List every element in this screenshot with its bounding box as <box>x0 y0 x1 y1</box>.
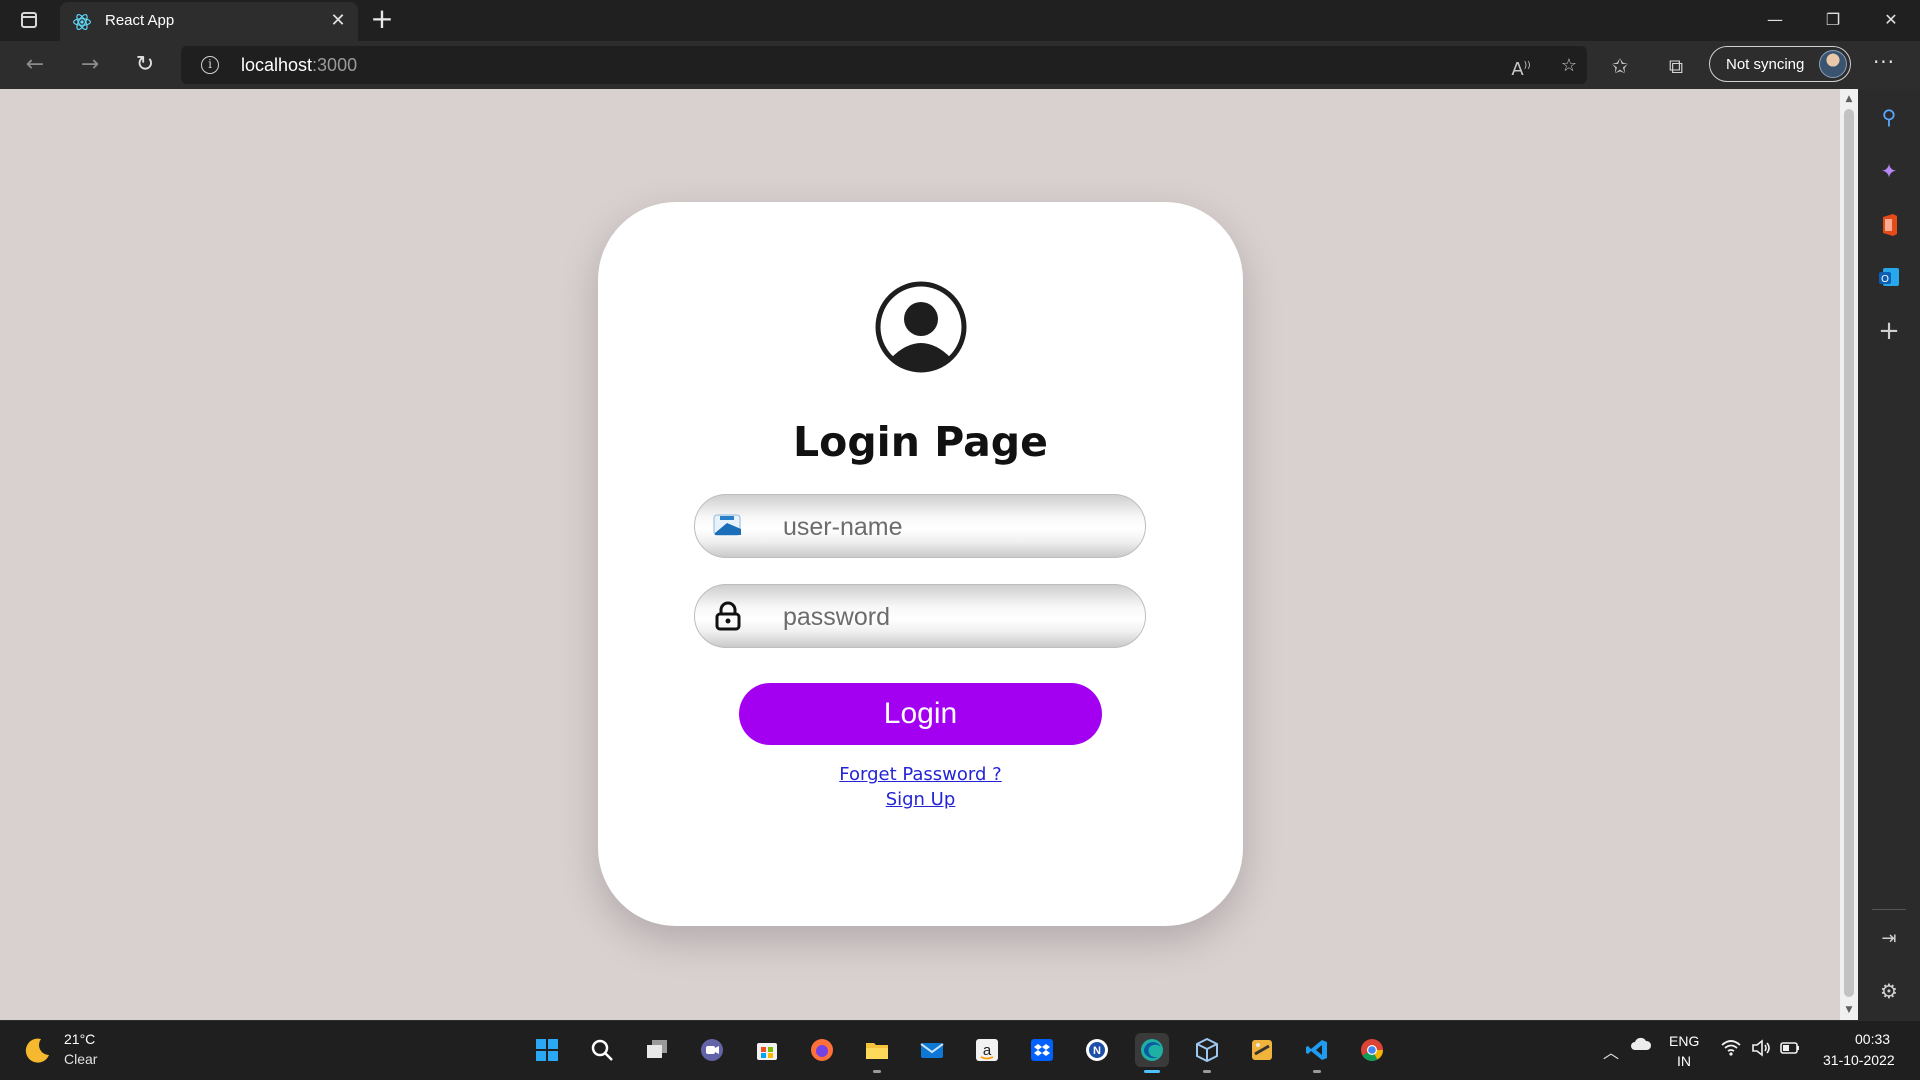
react-logo-icon <box>73 14 91 30</box>
site-info-icon[interactable]: i <box>201 56 219 74</box>
username-field <box>694 494 1146 558</box>
virtualbox-icon[interactable] <box>1190 1033 1224 1073</box>
add-sidebar-app-icon[interactable]: + <box>1875 317 1903 345</box>
app-n-icon[interactable]: N <box>1080 1033 1114 1067</box>
window-close-button[interactable]: ✕ <box>1863 0 1919 40</box>
vscode-icon[interactable] <box>1300 1033 1334 1073</box>
teams-chat-icon[interactable] <box>695 1033 729 1067</box>
login-card: Login Page Login Forget Password ? Sign … <box>598 202 1243 926</box>
tab-actions-icon[interactable] <box>18 9 42 33</box>
sublime-icon[interactable] <box>1245 1033 1279 1067</box>
input-language[interactable]: ENG <box>1669 1033 1699 1049</box>
url-host: localhost <box>241 55 313 75</box>
tray-overflow-chevron-icon[interactable]: ︿ <box>1603 1039 1619 1063</box>
new-tab-button[interactable]: + <box>368 5 396 34</box>
microsoft-store-icon[interactable] <box>750 1033 784 1067</box>
settings-icon[interactable]: ⚙ <box>1875 977 1903 1005</box>
edge-icon[interactable] <box>1135 1033 1169 1073</box>
start-icon[interactable] <box>530 1033 564 1067</box>
url-text[interactable]: localhost:3000 <box>241 55 357 76</box>
input-region[interactable]: IN <box>1677 1053 1691 1069</box>
scroll-down-icon[interactable]: ▼ <box>1840 1002 1858 1018</box>
favorites-icon[interactable]: ✩ <box>1607 53 1633 79</box>
copilot-icon[interactable]: ✦ <box>1875 157 1903 185</box>
url-port: :3000 <box>312 55 358 75</box>
dropbox-icon[interactable] <box>1025 1033 1059 1067</box>
browser-tab-bar: React App ✕ + — ❐ ✕ <box>0 0 1920 41</box>
reload-button[interactable]: ↻ <box>129 49 161 81</box>
read-aloud-icon[interactable]: A)) <box>1509 54 1533 80</box>
split-screen-icon[interactable]: ⇥ <box>1875 925 1903 953</box>
address-bar[interactable]: i localhost:3000 A)) ☆ <box>181 46 1587 84</box>
search-icon[interactable]: ⚲ <box>1875 103 1903 131</box>
forward-button[interactable]: → <box>74 49 106 81</box>
scroll-up-icon[interactable]: ▲ <box>1840 91 1858 107</box>
office-icon[interactable] <box>1875 211 1903 239</box>
mail-icon[interactable] <box>915 1033 949 1067</box>
window-minimize-button[interactable]: — <box>1747 0 1803 40</box>
chrome-icon[interactable] <box>1355 1033 1389 1067</box>
tab-close-icon[interactable]: ✕ <box>328 11 348 31</box>
windows-taskbar: 21°C Clear a N ︿ ENG IN 00:33 31-10-2022 <box>0 1020 1920 1080</box>
outlook-icon[interactable]: O <box>1875 263 1903 291</box>
tab-title: React App <box>105 12 175 29</box>
clock-date[interactable]: 31-10-2022 <box>1823 1052 1895 1068</box>
weather-description[interactable]: Clear <box>64 1051 97 1067</box>
browser-toolbar: ← → ↻ i localhost:3000 A)) ☆ ✩ ⧉ Not syn… <box>0 41 1920 89</box>
password-input[interactable] <box>781 597 1125 637</box>
avatar <box>1819 50 1847 78</box>
task-view-icon[interactable] <box>640 1033 674 1067</box>
svg-text:N: N <box>1093 1045 1101 1057</box>
email-icon <box>713 514 741 536</box>
lock-icon <box>715 601 741 631</box>
forget-password-link[interactable]: Forget Password ? <box>598 764 1243 785</box>
clock-time[interactable]: 00:33 <box>1855 1031 1890 1047</box>
add-favorite-icon[interactable]: ☆ <box>1557 54 1581 78</box>
sidebar-divider <box>1872 909 1906 910</box>
edge-sidebar: ⚲ ✦ O + ⇥ ⚙ <box>1858 89 1920 1020</box>
weather-temperature[interactable]: 21°C <box>64 1031 95 1047</box>
svg-text:a: a <box>983 1042 992 1059</box>
scroll-thumb[interactable] <box>1844 109 1854 997</box>
page-scrollbar[interactable]: ▲ ▼ <box>1840 89 1858 1020</box>
svg-text:O: O <box>1881 274 1889 285</box>
taskbar-search-icon[interactable] <box>585 1033 619 1067</box>
firefox-icon[interactable] <box>805 1033 839 1067</box>
password-field <box>694 584 1146 648</box>
user-avatar-icon <box>875 281 967 373</box>
volume-icon[interactable] <box>1750 1037 1772 1059</box>
collections-icon[interactable]: ⧉ <box>1663 53 1689 79</box>
profile-sync-status: Not syncing <box>1726 56 1805 73</box>
amazon-icon[interactable]: a <box>970 1033 1004 1067</box>
battery-icon[interactable] <box>1779 1037 1801 1059</box>
window-restore-button[interactable]: ❐ <box>1805 0 1861 40</box>
login-button[interactable]: Login <box>739 683 1102 745</box>
tab-react-app[interactable]: React App ✕ <box>60 2 358 41</box>
back-button[interactable]: ← <box>19 49 51 81</box>
wifi-icon[interactable] <box>1720 1037 1742 1059</box>
onedrive-cloud-icon[interactable] <box>1630 1037 1652 1051</box>
page-viewport: Login Page Login Forget Password ? Sign … <box>0 89 1840 1020</box>
username-input[interactable] <box>781 507 1125 547</box>
moon-weather-icon[interactable] <box>22 1035 52 1065</box>
file-explorer-icon[interactable] <box>860 1033 894 1073</box>
page-title: Login Page <box>793 418 1048 466</box>
more-menu-icon[interactable]: ··· <box>1869 51 1899 77</box>
profile-button[interactable]: Not syncing <box>1709 46 1851 82</box>
sign-up-link[interactable]: Sign Up <box>598 789 1243 810</box>
